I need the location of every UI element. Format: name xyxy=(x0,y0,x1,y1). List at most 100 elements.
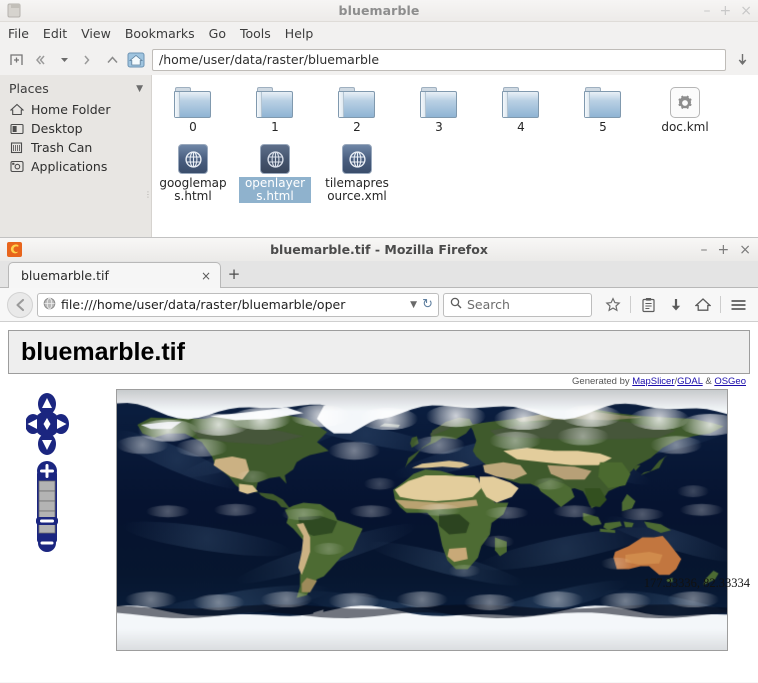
gdal-link[interactable]: GDAL xyxy=(677,376,703,387)
file-item-folder-4[interactable]: 4 xyxy=(480,83,562,134)
pan-zoom-control[interactable] xyxy=(25,393,70,557)
maximize-button[interactable]: + xyxy=(720,4,732,18)
file-manager-sidebar: Places ▼ Home Folder Desktop Trash Can A… xyxy=(0,75,152,239)
blue-marble-map-image[interactable] xyxy=(117,390,727,650)
close-icon[interactable]: × xyxy=(201,269,211,283)
search-placeholder: Search xyxy=(467,297,510,312)
search-icon xyxy=(450,297,462,312)
library-icon[interactable] xyxy=(636,292,661,318)
download-icon[interactable] xyxy=(731,48,753,72)
home-icon[interactable] xyxy=(690,292,715,318)
sidebar-item-applications[interactable]: Applications xyxy=(0,157,151,176)
menu-view[interactable]: View xyxy=(81,26,111,41)
file-manager-titlebar: bluemarble – + × xyxy=(0,0,758,22)
home-icon[interactable] xyxy=(125,48,147,72)
folder-icon xyxy=(256,87,294,118)
page-title: bluemarble.tif xyxy=(21,337,185,366)
firefox-titlebar: bluemarble.tif - Mozilla Firefox – + × xyxy=(0,238,758,261)
file-item-folder-3[interactable]: 3 xyxy=(398,83,480,134)
desktop-icon xyxy=(9,121,24,136)
minimize-button[interactable]: – xyxy=(704,4,711,18)
folder-icon xyxy=(502,87,540,118)
file-item-folder-5[interactable]: 5 xyxy=(562,83,644,134)
minimize-button[interactable]: – xyxy=(701,243,708,257)
new-tab-button[interactable]: + xyxy=(221,261,247,287)
html-globe-icon xyxy=(260,144,290,174)
places-label: Places xyxy=(9,81,49,96)
file-item-folder-0[interactable]: 0 xyxy=(152,83,234,134)
chevron-down-icon[interactable]: ▼ xyxy=(410,300,417,310)
close-button[interactable]: × xyxy=(740,4,752,18)
web-page-content: bluemarble.tif Generated by MapSlicer/GD… xyxy=(0,322,758,682)
menu-go[interactable]: Go xyxy=(209,26,226,41)
file-manager-window: bluemarble – + × File Edit View Bookmark… xyxy=(0,0,758,240)
folder-icon xyxy=(420,87,458,118)
applications-icon xyxy=(9,159,24,174)
star-icon[interactable] xyxy=(600,292,625,318)
zoom-control xyxy=(36,461,58,552)
file-list-view[interactable]: 0 1 2 3 4 5 doc.kml googlemaps.html open… xyxy=(152,75,758,239)
file-row-1: 0 1 2 3 4 5 doc.kml xyxy=(152,83,758,134)
html-globe-icon xyxy=(342,144,372,174)
menu-edit[interactable]: Edit xyxy=(43,26,67,41)
file-manager-title: bluemarble xyxy=(338,3,420,18)
file-label: 3 xyxy=(435,120,443,134)
hamburger-menu-icon[interactable] xyxy=(726,292,751,318)
menu-bookmarks[interactable]: Bookmarks xyxy=(125,26,195,41)
file-item-folder-2[interactable]: 2 xyxy=(316,83,398,134)
file-label: googlemaps.html xyxy=(159,176,227,203)
download-arrow-icon[interactable] xyxy=(663,292,688,318)
folder-icon xyxy=(584,87,622,118)
path-text: /home/user/data/raster/bluemarble xyxy=(159,52,380,67)
mapslicer-link[interactable]: MapSlicer xyxy=(632,376,674,387)
places-header[interactable]: Places ▼ xyxy=(0,79,151,100)
firefox-logo-icon xyxy=(6,241,23,258)
firefox-navbar: file:///home/user/data/raster/bluemarble… xyxy=(0,288,758,322)
firefox-nav-icons xyxy=(596,292,751,318)
file-item-openlayers-html[interactable]: openlayers.html xyxy=(234,140,316,203)
file-manager-menubar: File Edit View Bookmarks Go Tools Help xyxy=(0,22,758,44)
file-item-folder-1[interactable]: 1 xyxy=(234,83,316,134)
forward-icon[interactable] xyxy=(77,48,99,72)
file-row-2: googlemaps.html openlayers.html tilemapr… xyxy=(152,140,758,203)
map-viewport[interactable] xyxy=(116,389,728,651)
back-arrow-icon[interactable] xyxy=(7,291,33,318)
kml-gear-icon xyxy=(670,87,700,118)
file-item-tilemapresource-xml[interactable]: tilemapresource.xml xyxy=(316,140,398,203)
coordinate-readout-wrapper: 177.33336, 82.33334 xyxy=(108,572,750,591)
file-label: tilemapresource.xml xyxy=(325,176,389,203)
sidebar-item-home-folder[interactable]: Home Folder xyxy=(0,100,151,119)
file-manager-body: Places ▼ Home Folder Desktop Trash Can A… xyxy=(0,75,758,239)
file-item-doc-kml[interactable]: doc.kml xyxy=(644,83,726,134)
new-tab-icon[interactable] xyxy=(5,48,27,72)
url-input[interactable]: file:///home/user/data/raster/bluemarble… xyxy=(37,292,439,317)
file-item-googlemaps-html[interactable]: googlemaps.html xyxy=(152,140,234,203)
file-label: openlayers.html xyxy=(239,177,311,203)
credit-prefix: Generated by xyxy=(572,376,633,387)
osgeo-link[interactable]: OSGeo xyxy=(714,376,746,387)
back-icon[interactable] xyxy=(29,48,51,72)
close-button[interactable]: × xyxy=(739,243,751,257)
menu-help[interactable]: Help xyxy=(285,26,314,41)
menu-file[interactable]: File xyxy=(8,26,29,41)
reload-icon[interactable]: ↻ xyxy=(422,297,433,312)
file-label: 4 xyxy=(517,120,525,134)
history-dropdown-icon[interactable] xyxy=(53,48,75,72)
divider xyxy=(630,296,631,313)
firefox-window-buttons: – + × xyxy=(701,238,751,261)
chevron-down-icon[interactable]: ▼ xyxy=(136,84,143,94)
sidebar-item-label: Applications xyxy=(31,159,108,174)
sidebar-item-desktop[interactable]: Desktop xyxy=(0,119,151,138)
sidebar-resize-handle[interactable]: ⋮ xyxy=(144,191,152,199)
search-input[interactable]: Search xyxy=(443,292,592,317)
sidebar-item-label: Trash Can xyxy=(31,140,93,155)
sidebar-item-trash-can[interactable]: Trash Can xyxy=(0,138,151,157)
url-text: file:///home/user/data/raster/bluemarble… xyxy=(61,297,346,312)
path-input[interactable]: /home/user/data/raster/bluemarble xyxy=(152,48,726,71)
parent-folder-icon[interactable] xyxy=(101,48,123,72)
maximize-button[interactable]: + xyxy=(718,243,730,257)
trash-icon xyxy=(9,140,24,155)
screen: bluemarble – + × File Edit View Bookmark… xyxy=(0,0,758,683)
tab-bluemarble-tif[interactable]: bluemarble.tif × xyxy=(8,262,221,288)
menu-tools[interactable]: Tools xyxy=(240,26,271,41)
